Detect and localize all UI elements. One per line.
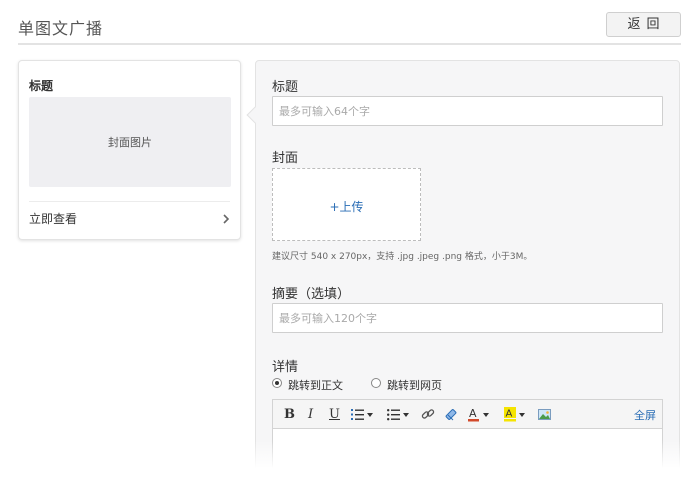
font-color-icon[interactable]: A xyxy=(468,406,492,423)
cover-image-placeholder: 封面图片 xyxy=(29,97,231,187)
svg-text:A: A xyxy=(506,409,513,420)
image-glyph xyxy=(538,409,551,420)
highlight-icon[interactable]: A xyxy=(504,406,528,423)
summary-label: 摘要（选填） xyxy=(272,287,351,302)
link-icon[interactable] xyxy=(421,406,435,423)
radio-label: 跳转到网页 xyxy=(387,379,442,392)
image-icon[interactable] xyxy=(538,406,551,423)
title-input[interactable] xyxy=(272,96,663,126)
unordered-list-glyph xyxy=(387,409,400,421)
font-color-glyph: A xyxy=(468,407,479,422)
ordered-list-glyph xyxy=(351,409,364,420)
editor-panel: 标题 封面 +上传 建议尺寸 540 x 270px，支持 .jpg .jpeg… xyxy=(246,60,680,478)
view-now-label: 立即查看 xyxy=(29,212,78,226)
italic-glyph: I xyxy=(308,407,314,422)
italic-icon[interactable]: I xyxy=(308,406,313,423)
cover-label: 封面 xyxy=(272,151,299,166)
caret-down-icon xyxy=(519,413,525,417)
preview-card: 标题 封面图片 立即查看 xyxy=(18,60,241,240)
page-header: 单图文广播 返回 xyxy=(18,0,681,45)
bold-icon[interactable]: B xyxy=(284,406,295,423)
radio-selected-dot xyxy=(275,381,279,385)
divider xyxy=(29,201,230,202)
radio-label: 跳转到正文 xyxy=(288,379,343,392)
chevron-right-icon xyxy=(223,214,230,224)
underline-glyph: U xyxy=(329,407,340,422)
upload-button[interactable]: +上传 xyxy=(272,168,421,241)
upload-label: +上传 xyxy=(329,200,364,214)
radio-circle xyxy=(371,378,381,388)
unordered-list-icon[interactable] xyxy=(387,406,411,423)
radio-jump-to-webpage[interactable]: 跳转到网页 xyxy=(371,377,451,392)
highlight-glyph: A xyxy=(504,407,516,422)
bottom-fade xyxy=(0,440,700,478)
back-button[interactable]: 返回 xyxy=(606,12,681,37)
caret-down-icon xyxy=(367,413,373,417)
cover-hint: 建议尺寸 540 x 270px，支持 .jpg .jpeg .png 格式，小… xyxy=(272,252,533,262)
cover-image-text: 封面图片 xyxy=(108,136,152,149)
detail-label: 详情 xyxy=(272,360,299,375)
caret-down-icon xyxy=(403,413,409,417)
page-title: 单图文广播 xyxy=(18,19,104,38)
editor-toolbar: B I U A A 全屏 xyxy=(272,399,663,429)
view-now-link[interactable]: 立即查看 xyxy=(29,210,231,228)
eraser-glyph xyxy=(445,409,457,421)
caret-down-icon xyxy=(483,413,489,417)
bold-glyph: B xyxy=(284,407,295,422)
title-label: 标题 xyxy=(272,80,299,95)
radio-circle xyxy=(272,378,282,388)
ordered-list-icon[interactable] xyxy=(351,406,375,423)
underline-icon[interactable]: U xyxy=(329,406,340,423)
link-glyph xyxy=(421,409,435,419)
preview-title: 标题 xyxy=(29,79,54,93)
eraser-icon[interactable] xyxy=(444,406,458,423)
summary-input[interactable] xyxy=(272,303,663,333)
fullscreen-button[interactable]: 全屏 xyxy=(634,407,656,423)
svg-text:A: A xyxy=(469,407,477,420)
panel-pointer xyxy=(246,106,264,124)
radio-jump-to-body[interactable]: 跳转到正文 xyxy=(272,377,352,392)
